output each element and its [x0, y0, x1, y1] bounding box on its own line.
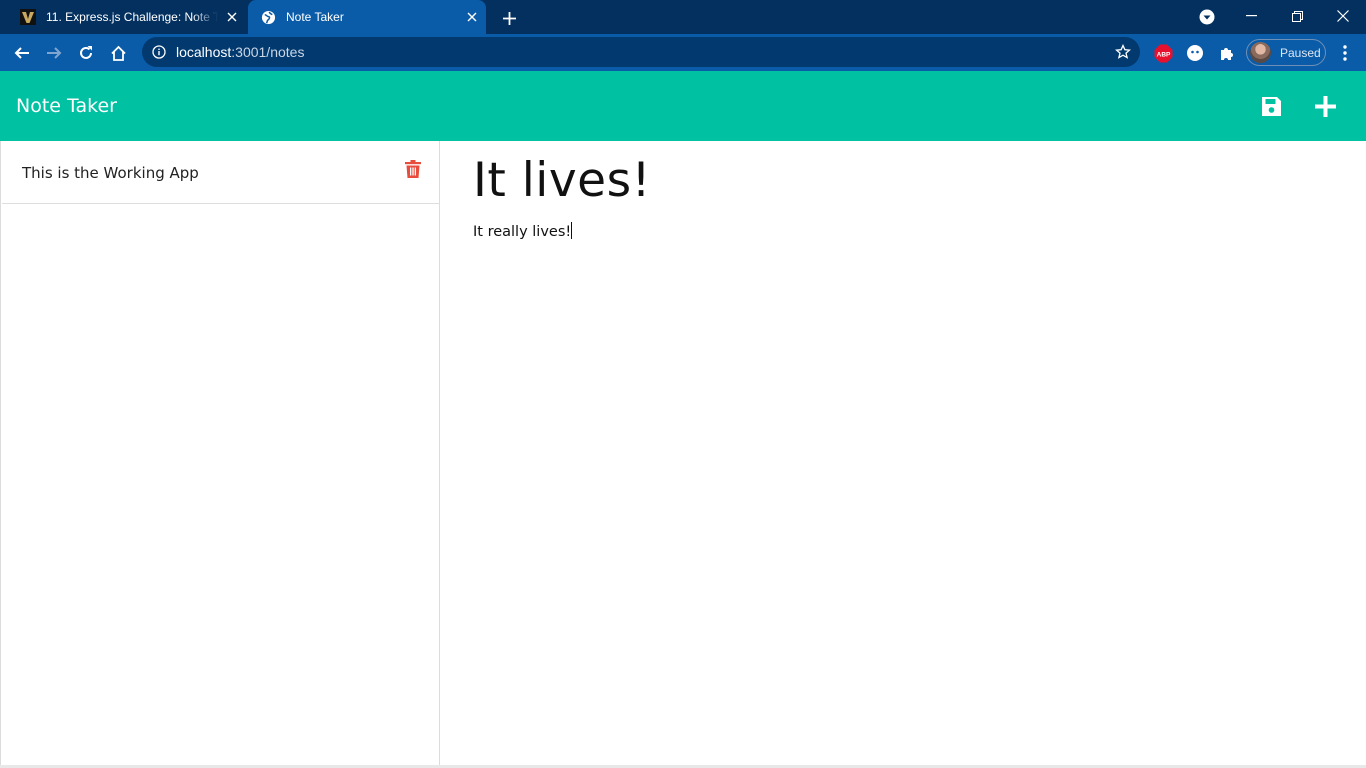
browser-tab-note-taker[interactable]: Note Taker [248, 0, 486, 34]
minimize-window-icon[interactable] [1228, 0, 1274, 32]
home-icon[interactable] [103, 38, 133, 68]
browser-tab-strip: 11. Express.js Challenge: Note Taker Not… [0, 0, 1366, 34]
ghostery-icon[interactable] [1184, 42, 1206, 64]
tab-search-icon[interactable] [1196, 6, 1218, 28]
app-brand[interactable]: Note Taker [16, 95, 117, 117]
profile-status: Paused [1280, 45, 1321, 60]
note-editor: It lives! It really lives! [441, 141, 1366, 768]
forward-arrow-icon[interactable] [39, 38, 69, 68]
browser-toolbar: localhost:3001/notes ABP Paused [0, 34, 1366, 71]
text-caret [571, 222, 573, 239]
browser-menu-icon[interactable] [1334, 41, 1356, 65]
list-item[interactable]: This is the Working App [2, 141, 440, 204]
address-bar[interactable]: localhost:3001/notes [142, 37, 1140, 67]
browser-tab-challenge[interactable]: 11. Express.js Challenge: Note Taker [8, 0, 246, 34]
url-path: :3001/notes [231, 44, 305, 60]
profile-button[interactable]: Paused [1246, 39, 1326, 66]
restore-window-icon[interactable] [1274, 0, 1320, 32]
tab-title: Note Taker [286, 10, 344, 24]
url-text: localhost:3001/notes [176, 44, 304, 60]
adblock-plus-icon[interactable]: ABP [1152, 42, 1174, 64]
delete-trash-icon[interactable] [404, 159, 422, 179]
save-note-icon[interactable] [1258, 93, 1284, 119]
close-tab-icon[interactable] [218, 12, 246, 22]
avatar [1250, 42, 1271, 63]
globe-icon [260, 9, 276, 25]
reload-icon[interactable] [71, 38, 101, 68]
note-list-title: This is the Working App [22, 164, 199, 182]
site-info-icon[interactable] [151, 44, 167, 60]
note-text-content: It really lives! [473, 224, 572, 240]
tab-title: 11. Express.js Challenge: Note Taker [46, 10, 218, 24]
new-note-icon[interactable] [1312, 93, 1338, 119]
bookmark-star-icon[interactable] [1114, 43, 1132, 61]
svg-text:ABP: ABP [1156, 51, 1170, 58]
close-window-icon[interactable] [1320, 0, 1366, 32]
back-arrow-icon[interactable] [7, 38, 37, 68]
note-title-input[interactable]: It lives! [473, 153, 651, 208]
puzzle-extensions-icon[interactable] [1216, 42, 1238, 64]
vanderbilt-favicon-icon [20, 9, 36, 25]
close-tab-icon[interactable] [458, 12, 486, 22]
notes-sidebar: This is the Working App [0, 141, 440, 768]
new-tab-icon[interactable] [496, 5, 522, 31]
note-text-area[interactable]: It really lives! [473, 222, 573, 240]
app-navbar: Note Taker [0, 71, 1366, 141]
url-host: localhost [176, 44, 232, 60]
